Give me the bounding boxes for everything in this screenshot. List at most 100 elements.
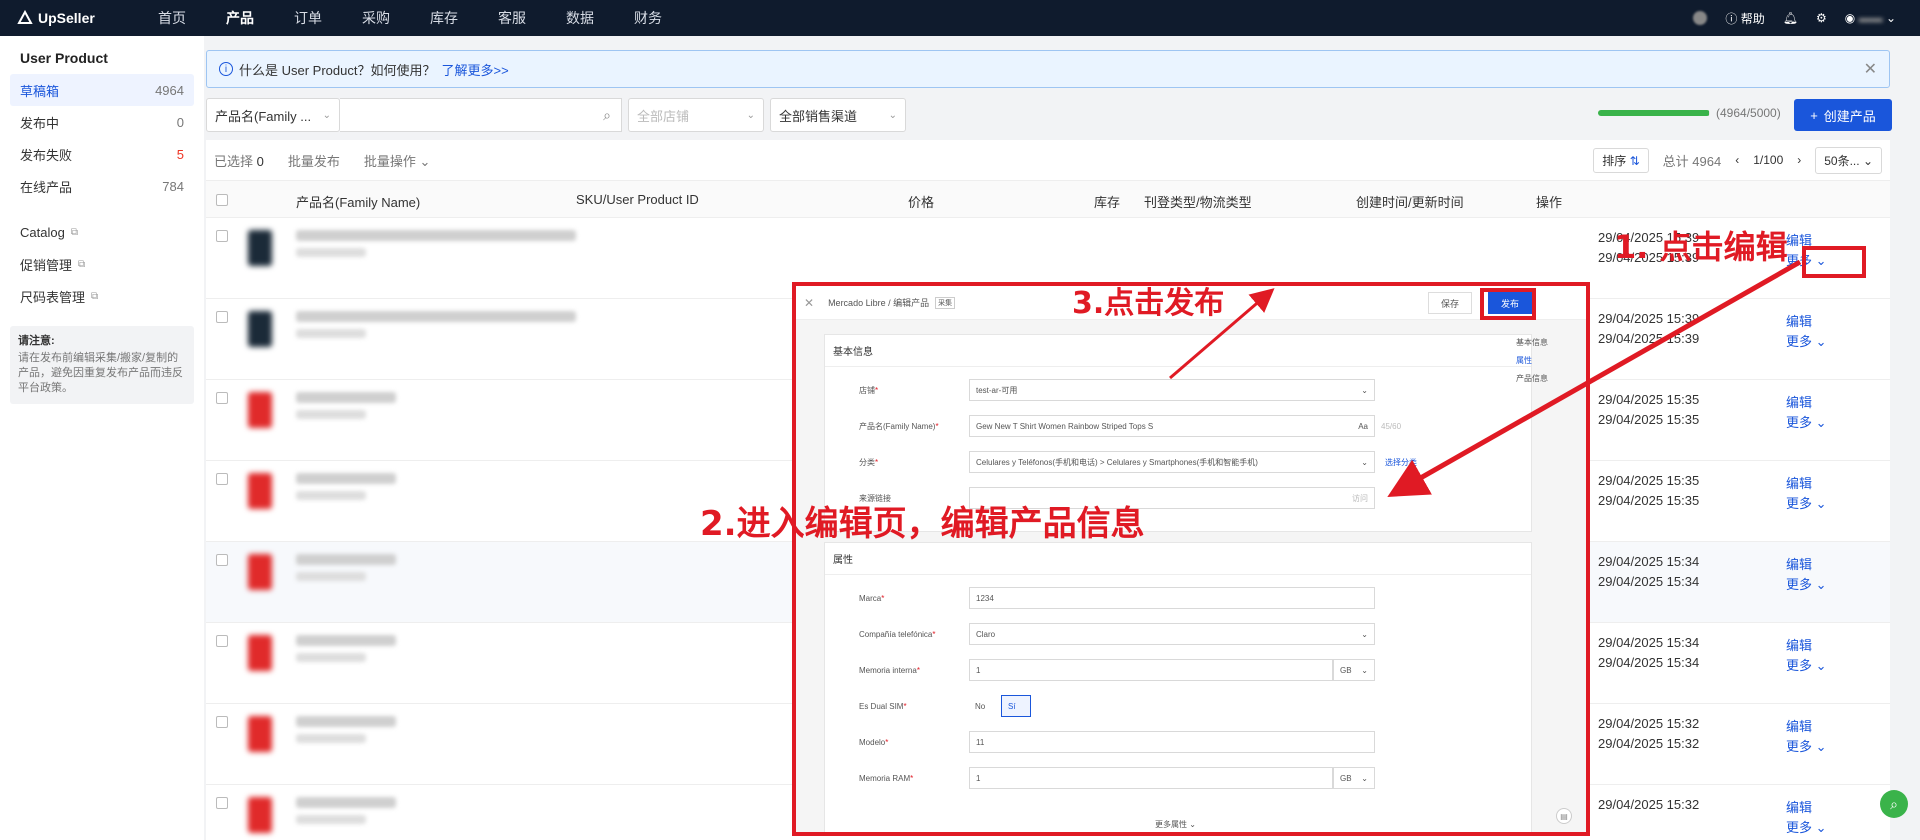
row-checkbox[interactable] <box>216 554 228 566</box>
nav-orders[interactable]: 订单 <box>294 8 322 28</box>
edit-link[interactable]: 编辑 <box>1786 392 1812 411</box>
family-name-input[interactable]: Gew New T Shirt Women Rainbow Striped To… <box>969 415 1375 437</box>
product-thumbnail[interactable] <box>248 392 272 428</box>
product-thumbnail[interactable] <box>248 473 272 509</box>
prev-page-button[interactable]: ‹ <box>1735 153 1739 167</box>
create-product-button[interactable]: + 创建产品 <box>1794 99 1892 131</box>
side-nav-product-info[interactable]: 产品信息 <box>1516 370 1548 388</box>
close-icon[interactable]: ✕ <box>1864 59 1877 79</box>
row-checkbox[interactable] <box>216 797 228 809</box>
sidebar-link-size-chart[interactable]: 尺码表管理 ⧉ <box>0 280 204 312</box>
batch-publish-button[interactable]: 批量发布 <box>288 151 340 170</box>
sidebar-item-drafts[interactable]: 草稿箱 4964 <box>10 74 194 106</box>
side-nav-basic[interactable]: 基本信息 <box>1516 334 1548 352</box>
dual-sim-yes-option[interactable]: Sí <box>1001 695 1031 717</box>
model-input[interactable]: 11 <box>969 731 1375 753</box>
channel-select[interactable]: 全部销售渠道 ⌄ <box>770 98 906 132</box>
batch-ops-dropdown[interactable]: 批量操作 ⌄ <box>364 151 431 170</box>
sidebar-item-failed[interactable]: 发布失败 5 <box>10 138 194 170</box>
sidebar-item-online[interactable]: 在线产品 784 <box>10 170 194 202</box>
more-dropdown[interactable]: 更多 ⌄ <box>1786 493 1827 512</box>
save-button[interactable]: 保存 <box>1428 292 1472 314</box>
nav-products[interactable]: 产品 <box>226 8 254 28</box>
product-name-blurred[interactable] <box>296 635 396 646</box>
ram-input[interactable]: 1 <box>969 767 1333 789</box>
product-name-blurred[interactable] <box>296 311 576 322</box>
nav-data[interactable]: 数据 <box>566 8 594 28</box>
more-dropdown[interactable]: 更多 ⌄ <box>1786 655 1827 674</box>
user-menu[interactable]: ◉ ▬▬ ⌄ <box>1845 11 1896 25</box>
product-name-blurred[interactable] <box>296 797 396 808</box>
product-name-blurred[interactable] <box>296 392 396 403</box>
brand-input[interactable]: 1234 <box>969 587 1375 609</box>
sort-button[interactable]: 排序 ⇅ <box>1593 147 1649 173</box>
category-select[interactable]: Celulares y Teléfonos(手机和电话) > Celulares… <box>969 451 1375 473</box>
product-thumbnail[interactable] <box>248 230 272 266</box>
product-name-blurred[interactable] <box>296 554 396 565</box>
product-name-blurred[interactable] <box>296 473 396 484</box>
next-page-button[interactable]: › <box>1797 153 1801 167</box>
edit-link[interactable]: 编辑 <box>1786 554 1812 573</box>
carrier-select[interactable]: Claro ⌄ <box>969 623 1375 645</box>
edit-link[interactable]: 编辑 <box>1786 311 1812 330</box>
more-dropdown[interactable]: 更多 ⌄ <box>1786 736 1827 755</box>
nav-finance[interactable]: 财务 <box>634 8 662 28</box>
product-thumbnail[interactable] <box>248 635 272 671</box>
dual-sim-no-option[interactable]: No <box>969 695 999 717</box>
nav-inventory[interactable]: 库存 <box>430 8 458 28</box>
more-dropdown[interactable]: 更多 ⌄ <box>1786 817 1827 836</box>
more-attributes-toggle[interactable]: 更多属性 ⌄ <box>1155 819 1196 830</box>
choose-category-link[interactable]: 选择分类 <box>1385 457 1417 468</box>
more-dropdown[interactable]: 更多 ⌄ <box>1786 574 1827 593</box>
row-checkbox[interactable] <box>216 230 228 242</box>
app-logo[interactable]: UpSeller <box>16 9 126 27</box>
bell-icon[interactable]: 🔔︎ <box>1783 11 1798 25</box>
sidebar-link-promotions[interactable]: 促销管理 ⧉ <box>0 248 204 280</box>
select-all-checkbox[interactable] <box>216 194 228 206</box>
gear-icon[interactable]: ⚙ <box>1816 11 1827 25</box>
sidebar-item-publishing[interactable]: 发布中 0 <box>10 106 194 138</box>
row-checkbox[interactable] <box>216 311 228 323</box>
field-dual-sim: Es Dual SIM* No Sí <box>825 695 1533 717</box>
product-thumbnail[interactable] <box>248 797 272 833</box>
sidebar-link-catalog[interactable]: Catalog ⧉ <box>0 216 204 248</box>
row-checkbox[interactable] <box>216 473 228 485</box>
edit-link[interactable]: 编辑 <box>1786 797 1812 816</box>
ram-unit-select[interactable]: GB ⌄ <box>1333 767 1375 789</box>
search-fab-button[interactable]: ⌕ <box>1880 790 1908 818</box>
help-link[interactable]: ⓘ 帮助 <box>1725 10 1764 27</box>
nav-purchase[interactable]: 采购 <box>362 8 390 28</box>
notification-avatar[interactable] <box>1693 11 1708 25</box>
search-input[interactable]: ⌕ <box>340 98 622 132</box>
search-icon[interactable]: ⌕ <box>603 107 611 124</box>
shop-select[interactable]: test-ar-可用 ⌄ <box>969 379 1375 401</box>
shop-select[interactable]: 全部店铺 ⌄ <box>628 98 764 132</box>
close-icon[interactable]: ✕ <box>804 296 814 310</box>
nav-customer-service[interactable]: 客服 <box>498 8 526 28</box>
page-size-select[interactable]: 50条... ⌄ <box>1815 146 1882 174</box>
learn-more-link[interactable]: 了解更多>> <box>441 60 508 79</box>
side-nav-attributes[interactable]: 属性 <box>1516 352 1548 370</box>
row-checkbox[interactable] <box>216 716 228 728</box>
edit-link[interactable]: 编辑 <box>1786 635 1812 654</box>
more-dropdown[interactable]: 更多 ⌄ <box>1786 331 1827 350</box>
memory-unit-select[interactable]: GB ⌄ <box>1333 659 1375 681</box>
edit-link[interactable]: 编辑 <box>1786 473 1812 492</box>
edit-link[interactable]: 编辑 <box>1786 716 1812 735</box>
col-product-name[interactable]: 产品名(Family Name) <box>296 192 420 211</box>
product-thumbnail[interactable] <box>248 554 272 590</box>
product-thumbnail[interactable] <box>248 716 272 752</box>
document-icon[interactable]: ▤ <box>1556 808 1572 824</box>
nav-home[interactable]: 首页 <box>158 8 186 28</box>
internal-memory-input[interactable]: 1 <box>969 659 1333 681</box>
text-case-icon[interactable]: Aa <box>1358 422 1368 431</box>
more-dropdown[interactable]: 更多 ⌄ <box>1786 412 1827 431</box>
visit-link[interactable]: 访问 <box>1352 493 1368 504</box>
updated-time: 29/04/2025 15:39 <box>1598 331 1700 346</box>
row-checkbox[interactable] <box>216 392 228 404</box>
row-checkbox[interactable] <box>216 635 228 647</box>
product-name-blurred[interactable] <box>296 230 576 241</box>
search-field-select[interactable]: 产品名(Family ... ⌄ <box>206 98 340 132</box>
product-thumbnail[interactable] <box>248 311 272 347</box>
product-name-blurred[interactable] <box>296 716 396 727</box>
